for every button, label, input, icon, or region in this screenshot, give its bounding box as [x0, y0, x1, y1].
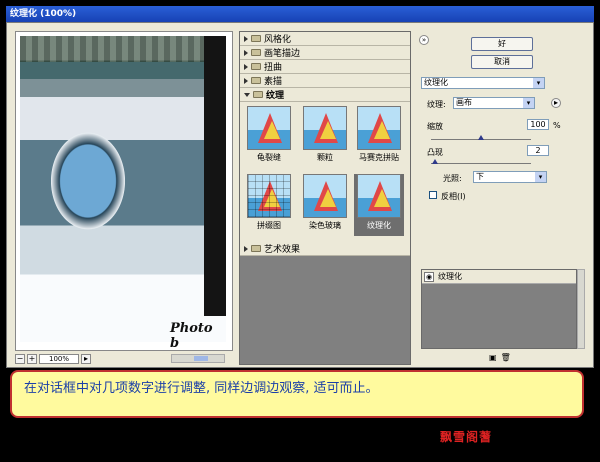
cancel-button[interactable]: 取消 [471, 55, 533, 69]
thumb-texturizer[interactable]: 纹理化 [354, 174, 404, 236]
ok-button[interactable]: 好 [471, 37, 533, 51]
relief-slider[interactable] [431, 163, 531, 164]
thumbnail-image [303, 174, 347, 218]
light-select[interactable]: 下 ▾ [473, 171, 547, 183]
folder-icon [251, 77, 261, 84]
folder-icon [251, 245, 261, 252]
category-texture[interactable]: 纹理 [240, 88, 410, 102]
thumb-patchwork[interactable]: 拼缀图 [244, 174, 294, 236]
thumbnail-image [303, 106, 347, 150]
window-title: 纹理化 (100%) [10, 9, 77, 19]
expand-triangle-icon [244, 245, 248, 252]
chevron-down-icon: ▾ [523, 98, 534, 108]
new-layer-icon[interactable]: ▣ [489, 353, 497, 362]
category-brush-strokes[interactable]: 画笔描边 [240, 46, 410, 60]
relief-label: 凸现 [427, 148, 443, 157]
preview-image: Photo b [20, 36, 226, 350]
folder-open-icon [253, 91, 263, 98]
texture-select[interactable]: 画布 ▾ [453, 97, 535, 109]
category-sketch[interactable]: 素描 [240, 74, 410, 88]
chevron-down-icon: ▾ [535, 172, 546, 182]
zoom-level[interactable]: 100% [39, 354, 79, 364]
building-wall [204, 36, 226, 316]
scaling-slider-knob[interactable] [478, 135, 484, 140]
effect-layer-row[interactable]: ◉ 纹理化 [422, 270, 576, 284]
window-title-bar: 纹理化 (100%) [6, 6, 594, 22]
zoom-out-button[interactable]: − [15, 354, 25, 364]
scaling-input[interactable]: 100 [527, 119, 549, 130]
zoom-in-button[interactable]: + [27, 354, 37, 364]
thumbnail-image [247, 174, 291, 218]
preview-pane[interactable]: Photo b [15, 31, 233, 351]
watermark-stamp: 飘雪阁蓍 [440, 430, 493, 444]
layers-scrollbar[interactable] [577, 269, 585, 349]
collapse-triangle-icon [244, 92, 250, 97]
caption-text: 在对话框中对几项数字进行调整, 同样边调边观察, 适可而止。 [24, 381, 379, 396]
texture-label: 纹理: [427, 100, 446, 109]
thumb-craquelure[interactable]: 龟裂缝 [244, 106, 294, 168]
folder-icon [251, 35, 261, 42]
zoom-menu-arrow-icon[interactable]: ▸ [81, 354, 91, 364]
collapse-panel-icon[interactable]: » [419, 35, 429, 45]
filter-list: 风格化 画笔描边 扭曲 素描 纹理 龟裂缝 颗粒 马赛克拼贴 拼缀图 染色玻璃 … [239, 31, 411, 365]
photo-signature: Photo b [170, 321, 213, 351]
category-artistic[interactable]: 艺术效果 [240, 242, 410, 256]
roof-tiles [20, 36, 226, 62]
folder-icon [251, 63, 261, 70]
filter-select[interactable]: 纹理化 ▾ [421, 77, 545, 89]
filter-gallery-dialog: Photo b − + 100% ▸ 风格化 画笔描边 扭曲 素描 纹理 龟裂缝… [6, 22, 594, 368]
relief-slider-knob[interactable] [432, 159, 438, 164]
delete-layer-icon[interactable]: 🗑 [501, 353, 511, 362]
light-label: 光照: [443, 174, 462, 183]
expand-triangle-icon [244, 63, 248, 70]
expand-triangle-icon [244, 35, 248, 42]
thumb-stained-glass[interactable]: 染色玻璃 [300, 174, 350, 236]
thumbnail-image [357, 174, 401, 218]
category-distort[interactable]: 扭曲 [240, 60, 410, 74]
texture-menu-icon[interactable]: ▸ [551, 98, 561, 108]
scaling-unit: % [553, 121, 561, 130]
relief-input[interactable]: 2 [527, 145, 549, 156]
expand-triangle-icon [244, 77, 248, 84]
invert-label: 反相(I) [441, 192, 466, 201]
folder-icon [251, 49, 261, 56]
chevron-down-icon: ▾ [533, 78, 544, 88]
thumbnail-image [247, 106, 291, 150]
effect-layers-list: ◉ 纹理化 [421, 269, 577, 349]
thumbnail-image [357, 106, 401, 150]
texture-thumbnails: 龟裂缝 颗粒 马赛克拼贴 拼缀图 染色玻璃 纹理化 [240, 102, 410, 242]
thumb-grain[interactable]: 颗粒 [300, 106, 350, 168]
tutorial-caption: 在对话框中对几项数字进行调整, 同样边调边观察, 适可而止。 [10, 370, 584, 418]
invert-checkbox[interactable] [429, 191, 437, 199]
expand-triangle-icon [244, 49, 248, 56]
thumb-mosaic-tiles[interactable]: 马赛克拼贴 [354, 106, 404, 168]
scaling-label: 缩放 [427, 122, 443, 131]
layer-actions: ▣ 🗑 [489, 353, 511, 362]
preview-scrollbar[interactable] [171, 354, 225, 363]
category-stylize[interactable]: 风格化 [240, 32, 410, 46]
eye-icon[interactable]: ◉ [424, 271, 434, 282]
